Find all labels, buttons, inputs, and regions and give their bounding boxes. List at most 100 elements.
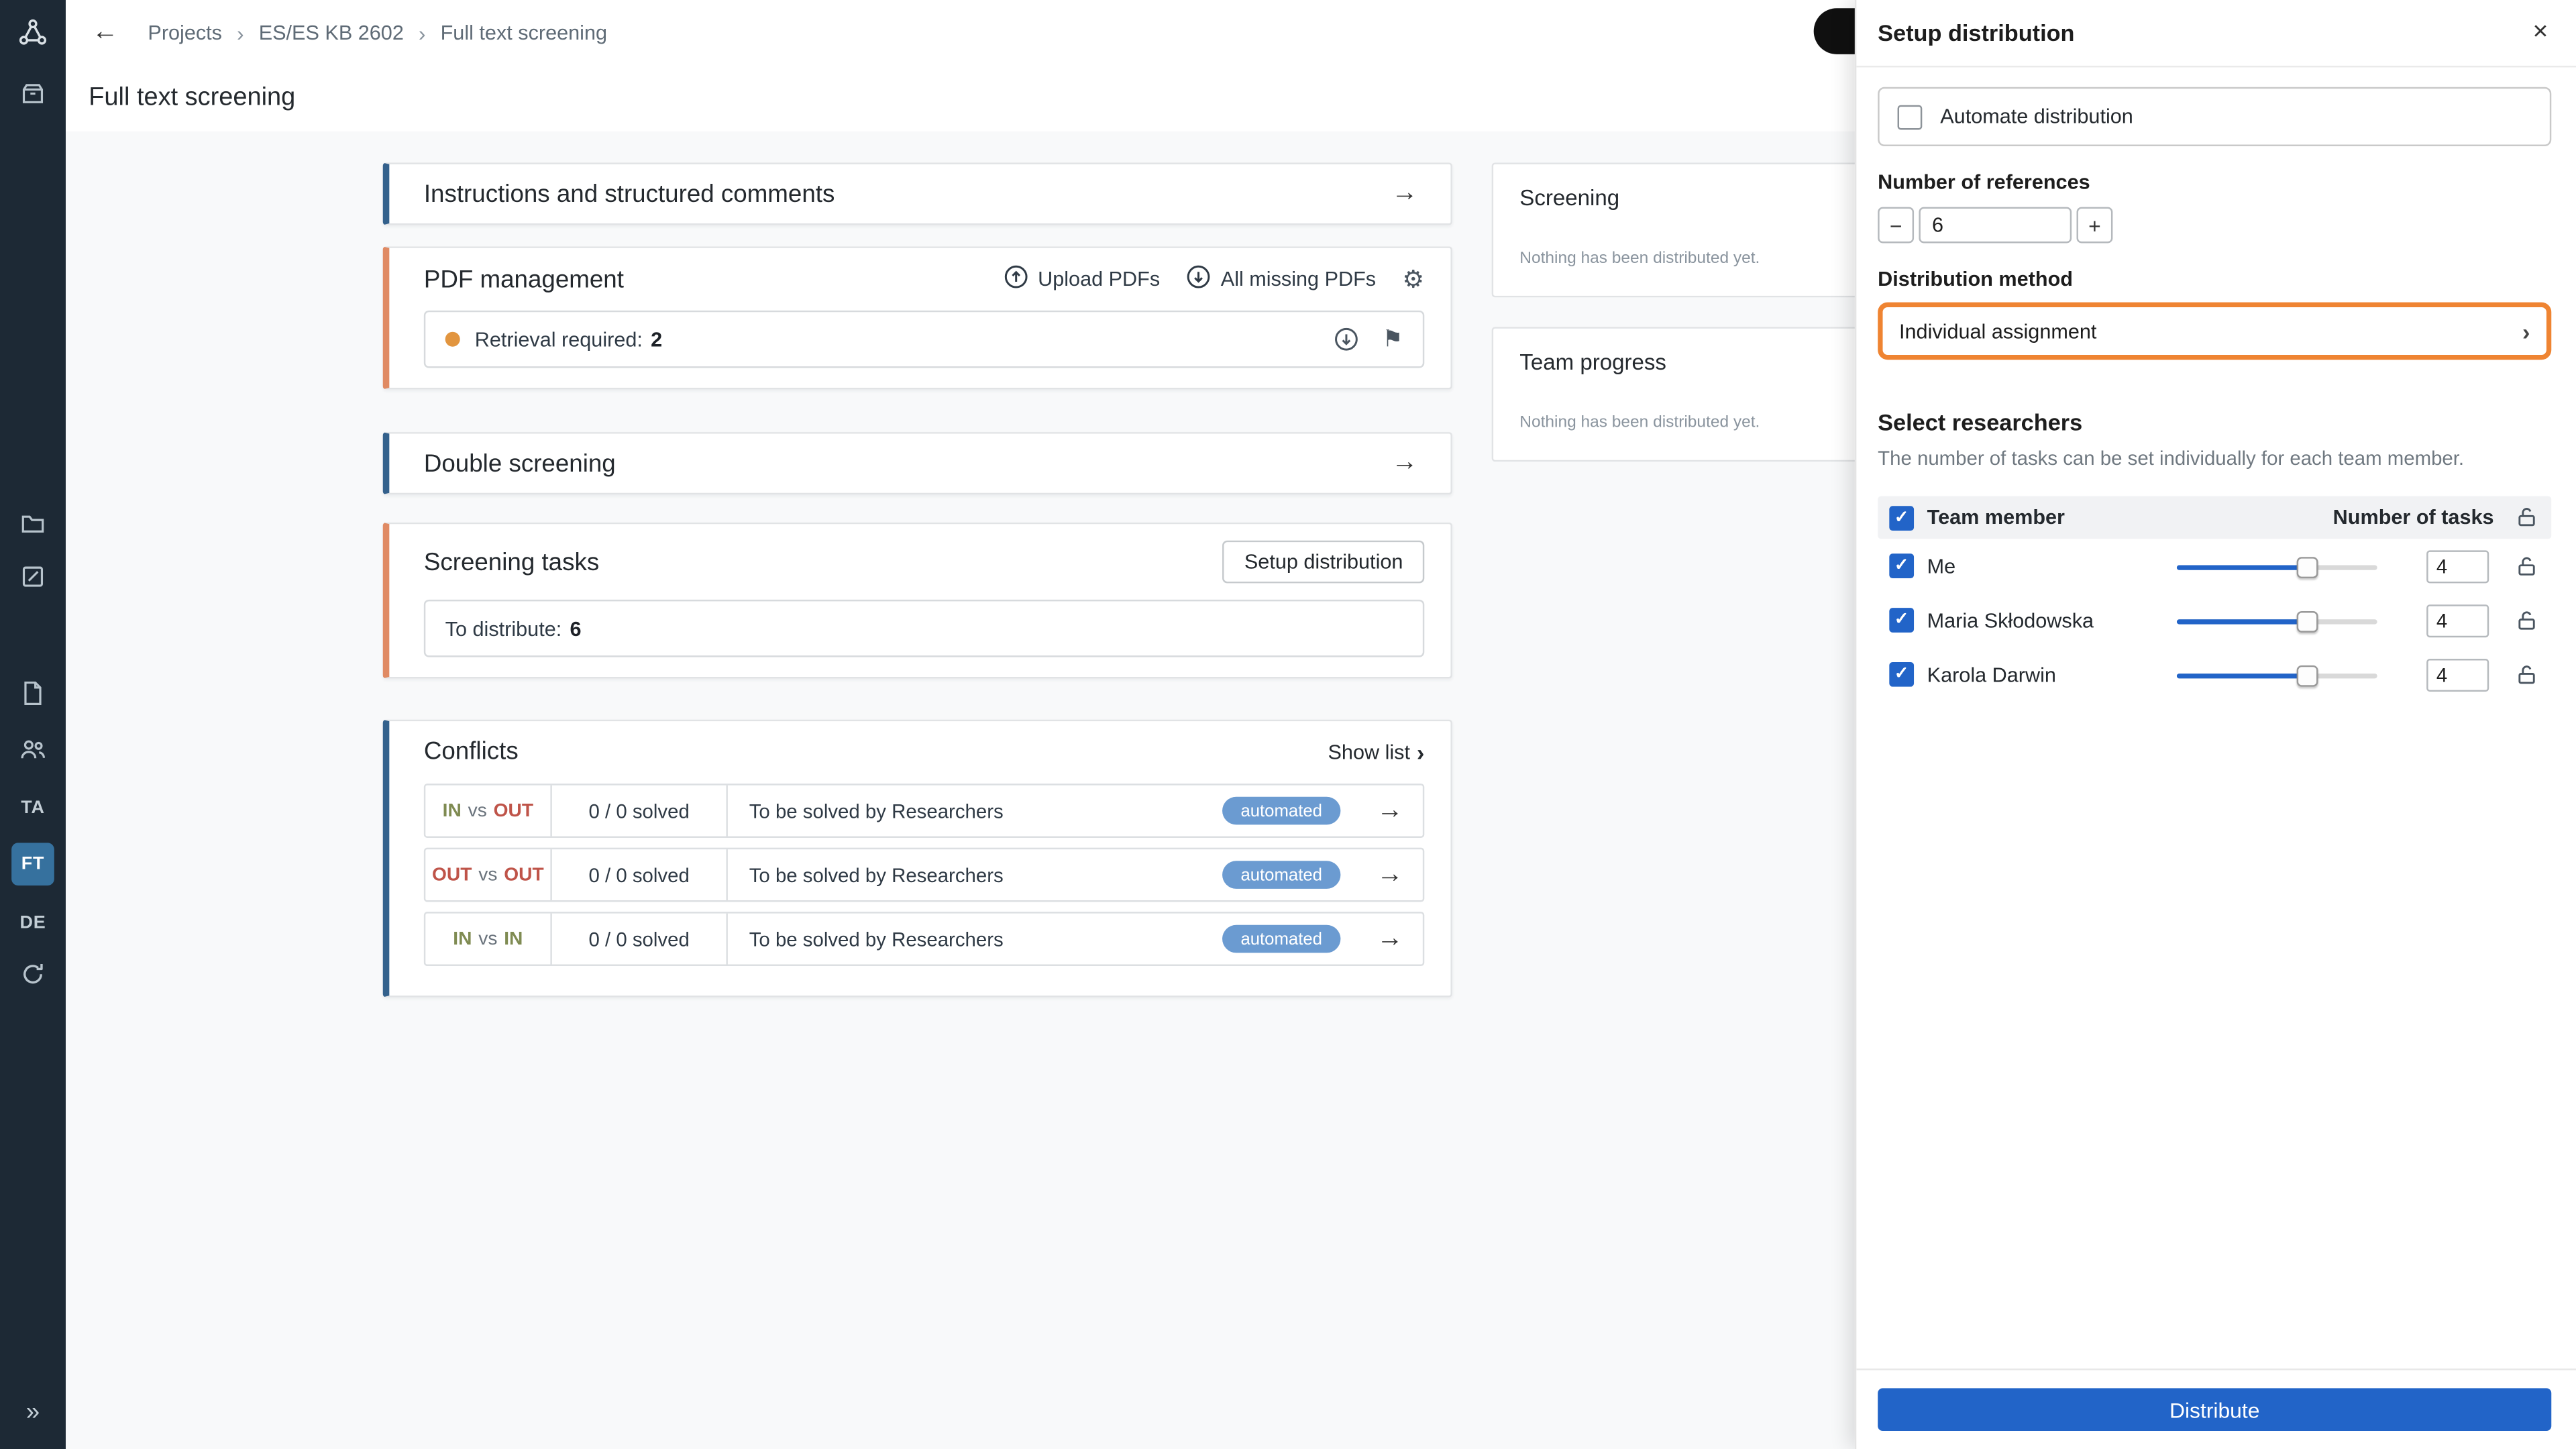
researcher-name: Me: [1927, 554, 1956, 578]
sidebar-item-de[interactable]: DE: [0, 908, 66, 938]
tasks-slider[interactable]: [2176, 664, 2377, 686]
out-label: OUT: [493, 800, 534, 821]
to-distribute-box: To distribute: 6: [423, 599, 1425, 657]
automate-distribution-checkbox[interactable]: [1897, 104, 1923, 129]
arrow-right-icon: →: [1377, 796, 1403, 824]
conflicts-table: IN vs OUT 0 / 0 solved To be solved by R…: [423, 784, 1425, 967]
arrow-right-icon[interactable]: →: [1391, 449, 1417, 478]
distribution-method-label: Distribution method: [1878, 268, 2074, 291]
pdf-card-header: PDF management Upload PDFs All missing P…: [424, 264, 1424, 294]
arrow-right-icon[interactable]: →: [1391, 179, 1417, 209]
screening-tasks-header: Screening tasks Setup distribution: [424, 540, 1425, 584]
download-all-icon[interactable]: [1335, 327, 1360, 352]
automate-distribution-label: Automate distribution: [1940, 105, 2133, 129]
in-label: IN: [504, 928, 523, 949]
back-button[interactable]: ←: [85, 18, 125, 48]
decrement-button[interactable]: −: [1878, 207, 1915, 244]
breadcrumb-separator-icon: ›: [237, 20, 244, 46]
panel-header: Setup distribution ×: [1856, 0, 2576, 68]
sidebar-item-sync[interactable]: [0, 963, 66, 992]
double-screening-card[interactable]: Double screening →: [382, 432, 1452, 495]
breadcrumb: Projects › ES/ES KB 2602 › Full text scr…: [148, 21, 607, 46]
badge-cell: automated: [1206, 849, 1357, 900]
researcher-checkbox[interactable]: ✓: [1889, 608, 1915, 633]
unlock-icon[interactable]: [2515, 555, 2538, 578]
unlock-icon[interactable]: [2515, 608, 2538, 631]
sidebar-item-ft-active[interactable]: FT: [0, 843, 66, 886]
retrieval-required-count: 2: [651, 327, 663, 351]
assignee-text: To be solved by Researchers: [749, 927, 1004, 951]
select-all-checkbox[interactable]: ✓: [1889, 505, 1915, 530]
automated-badge: automated: [1222, 796, 1340, 825]
tasks-input[interactable]: [2426, 549, 2489, 583]
sidebar-expand-button[interactable]: »: [0, 1397, 66, 1426]
conflict-pair: OUT vs OUT: [425, 849, 552, 901]
people-icon: [18, 735, 48, 769]
sidebar-item-team[interactable]: [0, 738, 66, 767]
automate-distribution-box: Automate distribution: [1878, 87, 2552, 146]
slider-thumb[interactable]: [2297, 664, 2319, 686]
increment-button[interactable]: +: [2076, 207, 2113, 244]
instructions-title: Instructions and structured comments: [423, 180, 835, 208]
select-researchers-heading: Select researchers: [1878, 409, 2083, 435]
all-missing-pdfs-button[interactable]: All missing PDFs: [1186, 264, 1376, 294]
distribution-method-dropdown[interactable]: Individual assignment ›: [1878, 302, 2552, 360]
upload-circle-icon: [1004, 264, 1028, 294]
conflict-open-arrow[interactable]: →: [1357, 914, 1423, 965]
conflict-open-arrow[interactable]: →: [1357, 786, 1423, 837]
close-icon[interactable]: ×: [2530, 18, 2552, 48]
conflicts-card: Conflicts Show list › IN vs OUT 0 / 0 so…: [382, 719, 1452, 998]
slider-thumb[interactable]: [2297, 610, 2319, 632]
panel-title: Setup distribution: [1878, 19, 2075, 46]
out-label: OUT: [504, 865, 544, 885]
unlock-icon[interactable]: [2515, 663, 2538, 686]
upload-pdfs-label: Upload PDFs: [1038, 268, 1161, 291]
slider-fill: [2176, 672, 2308, 678]
researcher-name: Maria Skłodowska: [1927, 608, 2094, 632]
sidebar-item-folders[interactable]: [0, 513, 66, 542]
sidebar-item-ta[interactable]: TA: [0, 794, 66, 823]
flag-icon[interactable]: ⚑: [1383, 325, 1403, 354]
conflicts-title: Conflicts: [423, 737, 519, 766]
researcher-checkbox[interactable]: ✓: [1889, 553, 1915, 579]
show-list-link[interactable]: Show list ›: [1328, 739, 1425, 765]
unlock-all-icon[interactable]: [2515, 506, 2538, 529]
tasks-input[interactable]: [2426, 657, 2489, 691]
sidebar-item-inbox[interactable]: [0, 82, 66, 111]
assignee-text: To be solved by Researchers: [749, 863, 1004, 887]
arrow-right-icon: →: [1377, 860, 1403, 888]
pdf-settings-gear-icon[interactable]: ⚙: [1402, 264, 1424, 294]
tasks-slider[interactable]: [2176, 610, 2377, 632]
instructions-card[interactable]: Instructions and structured comments →: [382, 162, 1452, 225]
solved-count: 0 / 0 solved: [552, 849, 728, 901]
upload-pdfs-button[interactable]: Upload PDFs: [1004, 264, 1160, 294]
researcher-checkbox[interactable]: ✓: [1889, 661, 1915, 687]
distribution-method-value: Individual assignment: [1899, 319, 2097, 343]
sidebar: TA FT DE »: [0, 0, 66, 1449]
conflict-row-in-vs-out: IN vs OUT 0 / 0 solved To be solved by R…: [423, 784, 1425, 838]
download-circle-icon: [1186, 264, 1211, 294]
sidebar-item-references[interactable]: [0, 680, 66, 711]
tasks-input[interactable]: [2426, 604, 2489, 637]
number-of-references-input[interactable]: [1919, 207, 2072, 244]
conflict-open-arrow[interactable]: →: [1357, 849, 1423, 900]
automated-badge: automated: [1222, 924, 1340, 953]
references-stepper: − +: [1878, 207, 2551, 244]
sync-icon: [19, 960, 46, 994]
sidebar-item-edit[interactable]: [0, 565, 66, 594]
in-label: IN: [442, 800, 462, 821]
conflict-row-out-vs-out: OUT vs OUT 0 / 0 solved To be solved by …: [423, 847, 1425, 902]
solved-count: 0 / 0 solved: [552, 913, 728, 965]
distribute-button[interactable]: Distribute: [1878, 1388, 2552, 1432]
slider-thumb[interactable]: [2297, 555, 2319, 578]
select-researchers-hint: The number of tasks can be set individua…: [1878, 447, 2465, 470]
cards-column: Instructions and structured comments → P…: [382, 162, 1452, 998]
in-label: IN: [453, 928, 472, 949]
setup-distribution-button[interactable]: Setup distribution: [1223, 540, 1425, 584]
breadcrumb-separator-icon: ›: [418, 20, 426, 46]
breadcrumb-projects[interactable]: Projects: [148, 21, 222, 44]
badge-cell: automated: [1206, 786, 1357, 837]
breadcrumb-project[interactable]: ES/ES KB 2602: [259, 21, 404, 44]
chevron-right-icon: ›: [1416, 738, 1425, 765]
tasks-slider[interactable]: [2176, 555, 2377, 578]
